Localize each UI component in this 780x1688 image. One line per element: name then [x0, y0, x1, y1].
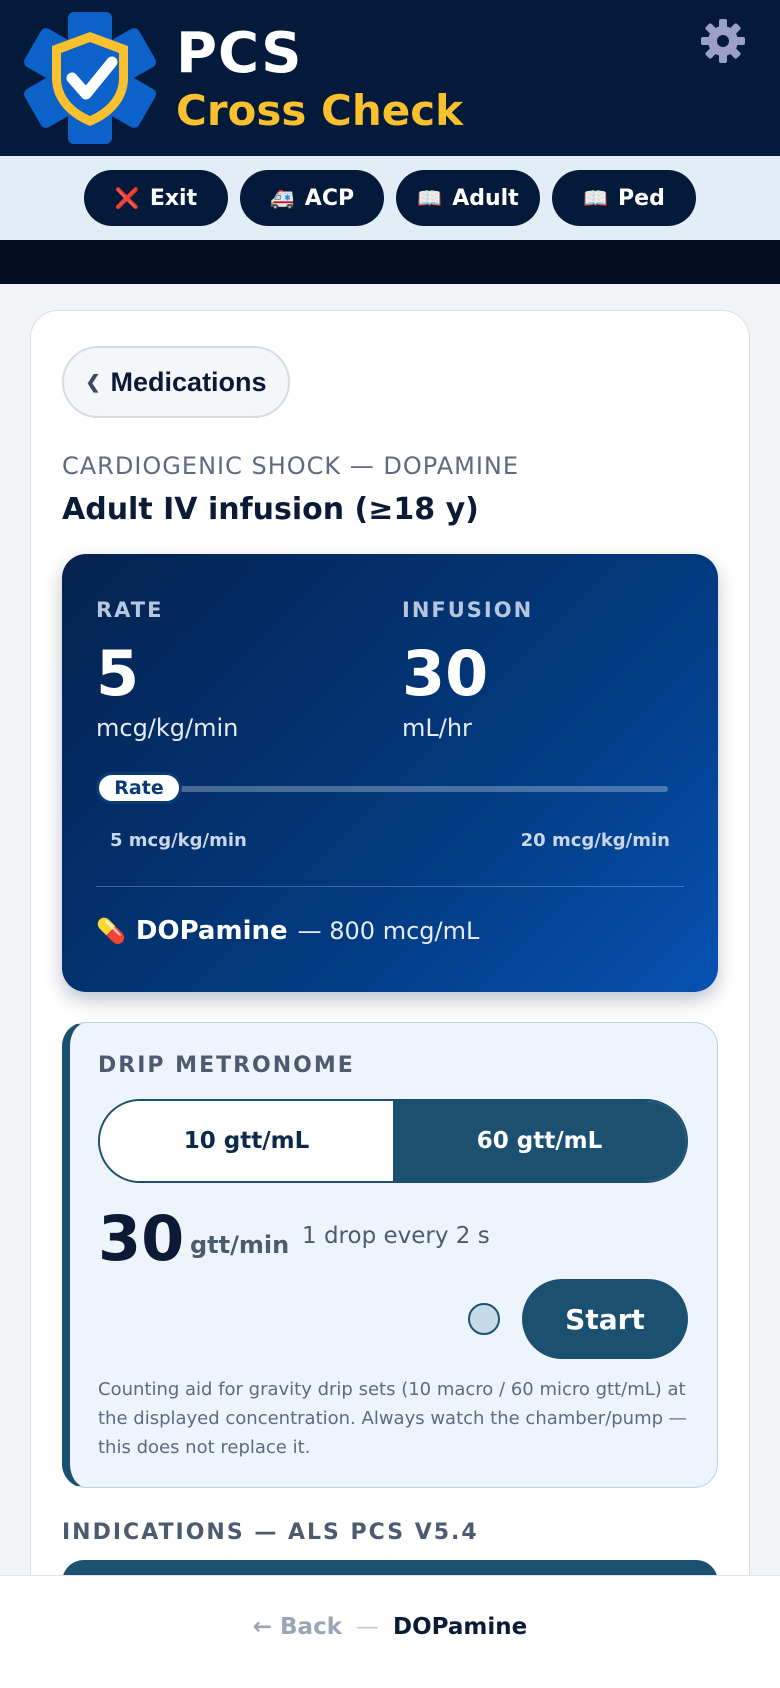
- adult-button-label: Adult: [452, 185, 519, 211]
- acp-button[interactable]: 🚑 ACP: [240, 170, 384, 226]
- book-icon: 📖: [417, 186, 443, 210]
- rate-label: RATE: [96, 598, 164, 622]
- app-title: PCS: [176, 21, 303, 86]
- book-icon: 📖: [583, 186, 609, 210]
- infusion-unit: mL/hr: [402, 714, 472, 742]
- page-title: Adult IV infusion (≥18 y): [62, 492, 479, 527]
- rate-value: 5: [96, 637, 140, 710]
- metronome-disclaimer: Counting aid for gravity drip sets (10 m…: [98, 1379, 687, 1458]
- drip-interval-note: 1 drop every 2 s: [302, 1223, 490, 1249]
- drip-set-60-option[interactable]: 60 gtt/mL: [393, 1101, 686, 1181]
- top-nav-bar: ❌ Exit 🚑 ACP 📖 Adult 📖 Ped: [0, 156, 780, 240]
- app-header: PCS Cross Check: [0, 0, 780, 156]
- footer-current-page: DOPamine: [393, 1614, 528, 1640]
- exit-button[interactable]: ❌ Exit: [84, 170, 228, 226]
- rate-slider-thumb[interactable]: Rate: [96, 772, 182, 804]
- metronome-title: DRIP METRONOME: [98, 1053, 355, 1078]
- slider-max-label: 20 mcg/kg/min: [520, 830, 670, 851]
- infusion-value: 30: [402, 637, 489, 710]
- dose-calculator-card: RATE 5 mcg/kg/min INFUSION 30 mL/hr Rate…: [62, 554, 718, 992]
- app-subtitle: Cross Check: [176, 86, 464, 135]
- category-label: CARDIOGENIC SHOCK — DOPAMINE: [62, 452, 520, 480]
- footer-separator: —: [356, 1614, 380, 1640]
- drip-pulse-indicator: [468, 1303, 500, 1335]
- header-divider-strip: [0, 240, 780, 284]
- drug-concentration-line: 💊 DOPamine — 800 mcg/mL: [96, 916, 479, 946]
- back-to-medications-label: Medications: [110, 366, 267, 397]
- slider-min-label: 5 mcg/kg/min: [110, 830, 247, 851]
- infusion-label: INFUSION: [402, 598, 534, 622]
- exit-button-label: Exit: [149, 185, 198, 211]
- drip-set-10-option[interactable]: 10 gtt/mL: [100, 1101, 393, 1181]
- close-icon: ❌: [114, 186, 140, 210]
- ped-button-label: Ped: [618, 185, 665, 211]
- drip-rate-unit: gtt/min: [190, 1231, 290, 1259]
- start-metronome-button[interactable]: Start: [522, 1279, 688, 1359]
- gear-icon[interactable]: [700, 18, 746, 64]
- back-to-medications-button[interactable]: ❮ Medications: [62, 346, 290, 418]
- acp-button-label: ACP: [304, 185, 355, 211]
- drip-metronome-panel: DRIP METRONOME 10 gtt/mL 60 gtt/mL 30 gt…: [62, 1022, 718, 1488]
- dose-divider: [96, 886, 684, 887]
- bottom-nav-bar: ← Back — DOPamine: [0, 1575, 780, 1688]
- indications-heading: INDICATIONS — ALS PCS V5.4: [62, 1520, 479, 1545]
- drip-rate-value: 30: [98, 1202, 185, 1275]
- pill-icon: 💊: [96, 917, 126, 945]
- drug-concentration: — 800 mcg/mL: [297, 917, 480, 945]
- rate-unit: mcg/kg/min: [96, 714, 239, 742]
- chevron-left-icon: ❮: [85, 371, 101, 392]
- star-of-life-shield-logo-icon: [24, 12, 156, 144]
- ambulance-icon: 🚑: [269, 186, 295, 210]
- footer-back-link[interactable]: ← Back: [253, 1614, 342, 1640]
- adult-button[interactable]: 📖 Adult: [396, 170, 540, 226]
- ped-button[interactable]: 📖 Ped: [552, 170, 696, 226]
- drug-name: DOPamine: [135, 916, 288, 946]
- drip-set-toggle[interactable]: 10 gtt/mL 60 gtt/mL: [98, 1099, 688, 1183]
